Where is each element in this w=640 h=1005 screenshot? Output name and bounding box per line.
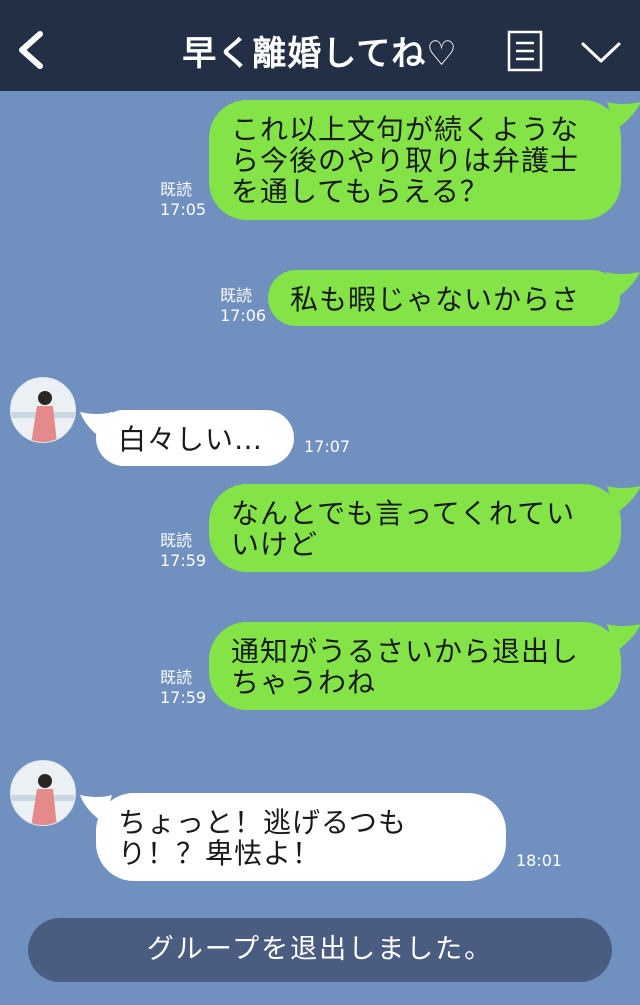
- read-receipt: 既読 17:59: [160, 531, 207, 570]
- message-bubble-sent[interactable]: 通知がうるさいから退出しちゃうわね: [209, 622, 640, 710]
- menu-list-icon[interactable]: [507, 30, 543, 72]
- read-receipt: 既読 17:05: [160, 180, 207, 219]
- message-bubble-received[interactable]: 白々しい…: [80, 410, 294, 466]
- message-bubble-sent[interactable]: これ以上文句が続くようなら今後のやり取りは弁護士を通してもらえる？: [209, 100, 640, 220]
- read-receipt: 既読 17:06: [220, 286, 267, 325]
- message-text: ちょっと！逃げるつもり！？卑怯よ！: [118, 806, 407, 870]
- message-bubble-sent[interactable]: 私も暇じゃないからさ: [268, 270, 640, 326]
- chat-header: 早く離婚してね♡: [0, 0, 640, 91]
- message-text: これ以上文句が続くようなら今後のやり取りは弁護士を通してもらえる？: [231, 113, 580, 208]
- message-text: 私も暇じゃないからさ: [290, 283, 581, 316]
- message-time: 17:07: [304, 437, 351, 456]
- read-receipt: 既読 17:59: [160, 668, 207, 707]
- message-text: 通知がうるさいから退出しちゃうわね: [231, 635, 580, 699]
- avatar[interactable]: [10, 760, 76, 826]
- avatar-photo-icon: [11, 761, 75, 825]
- message-time: 18:01: [516, 851, 563, 870]
- avatar-photo-icon: [11, 378, 75, 442]
- message-bubble-sent[interactable]: なんとでも言ってくれていいけど: [209, 484, 640, 572]
- message-text: なんとでも言ってくれていいけど: [231, 497, 576, 561]
- chevron-down-icon[interactable]: [580, 40, 622, 66]
- message-bubble-received[interactable]: ちょっと！逃げるつもり！？卑怯よ！: [80, 793, 506, 881]
- system-notice: グループを退出しました。: [28, 918, 612, 982]
- message-text: 白々しい…: [118, 423, 264, 456]
- chat-title: 早く離婚してね♡: [182, 34, 458, 74]
- avatar[interactable]: [10, 377, 76, 443]
